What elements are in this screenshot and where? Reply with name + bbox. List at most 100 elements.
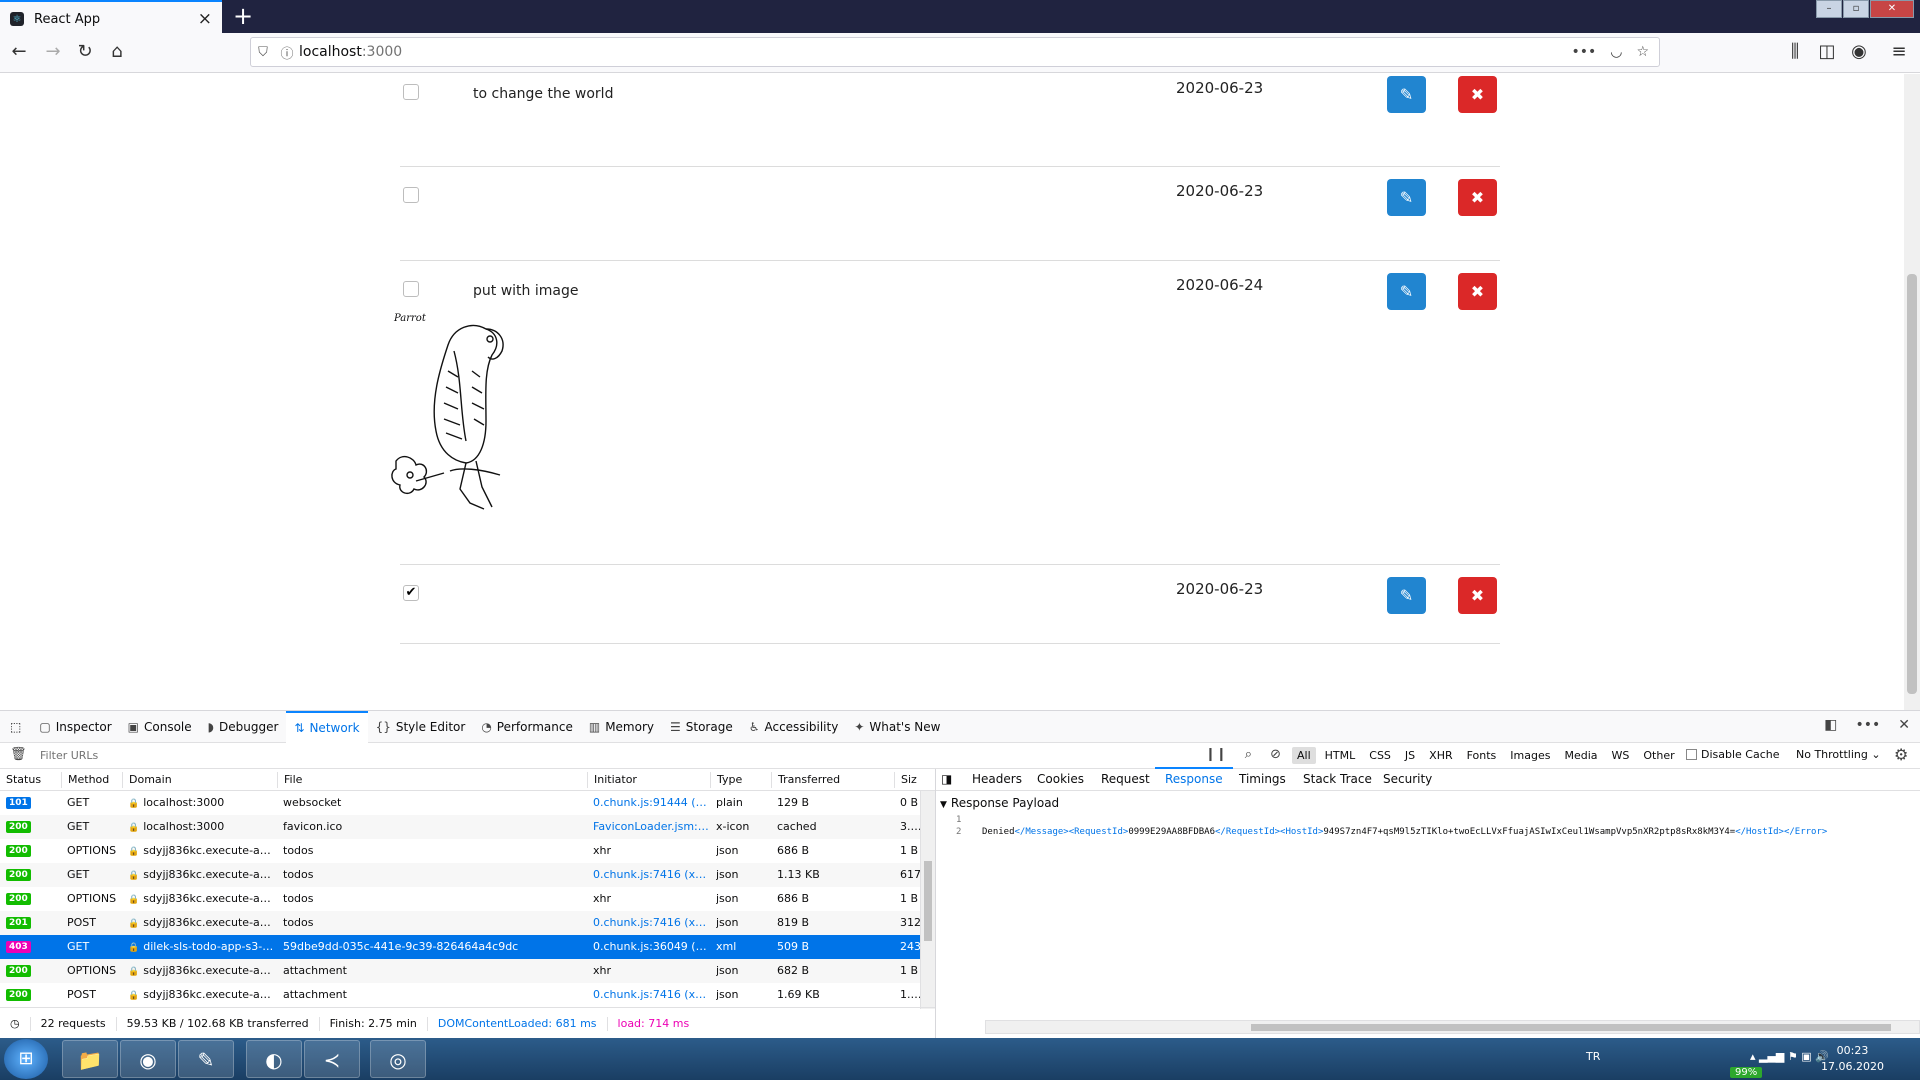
tab-stack-trace[interactable]: Stack Trace — [1303, 772, 1372, 786]
dock-icon[interactable]: ◧ — [1824, 717, 1837, 733]
forward-arrow-icon[interactable]: → — [38, 37, 68, 67]
tray-icons[interactable]: ▴ ▂▄▆ ⚑ ▣ 🔊 — [1750, 1050, 1829, 1063]
close-tab-icon[interactable]: × — [198, 9, 212, 29]
clock[interactable]: 00:23 17.06.2020 — [1821, 1043, 1884, 1075]
minimize-button[interactable]: – — [1816, 0, 1842, 18]
col-status[interactable]: Status — [0, 772, 41, 788]
delete-button[interactable]: ✖ — [1458, 577, 1497, 614]
search-icon[interactable]: ⌕ — [1245, 747, 1252, 762]
throttling-select[interactable]: No Throttling ⌄ — [1796, 748, 1881, 761]
todo-checkbox[interactable]: ✔ — [403, 585, 419, 601]
url-bar[interactable]: ⛉ ⓘ localhost:3000 ••• ◡ ☆ — [250, 37, 1660, 67]
edit-button[interactable]: ✎ — [1387, 273, 1426, 310]
todo-checkbox[interactable] — [403, 187, 419, 203]
table-row[interactable]: 201 POST 🔒 sdyjj836kc.execute-api... todos 0.… — [0, 911, 920, 935]
col-transferred[interactable]: Transferred — [771, 772, 840, 788]
library-icon[interactable]: ⫼ — [1780, 37, 1810, 67]
table-row[interactable]: 200 GET 🔒 localhost:3000 favicon.ico FaviconL… — [0, 815, 920, 839]
delete-button[interactable]: ✖ — [1458, 179, 1497, 216]
scrollbar-thumb[interactable] — [1907, 274, 1917, 694]
col-method[interactable]: Method — [61, 772, 109, 788]
filter-js[interactable]: JS — [1400, 747, 1420, 764]
tab-storage[interactable]: ☰ Storage — [662, 711, 741, 743]
filter-media[interactable]: Media — [1559, 747, 1602, 764]
table-row[interactable]: 101 GET 🔒 localhost:3000 websocket 0.chunk.js… — [0, 791, 920, 815]
col-file[interactable]: File — [277, 772, 302, 788]
todo-checkbox[interactable] — [403, 281, 419, 297]
col-domain[interactable]: Domain — [122, 772, 172, 788]
file-explorer-icon[interactable]: 📁 — [62, 1040, 118, 1078]
tab-security[interactable]: Security — [1383, 772, 1432, 786]
edit-button[interactable]: ✎ — [1387, 76, 1426, 113]
table-row[interactable]: 200 OPTIONS 🔒 sdyjj836kc.execute-api... todo… — [0, 839, 920, 863]
close-devtools-icon[interactable]: ✕ — [1898, 717, 1910, 733]
table-row[interactable]: 403 GET 🔒 dilek-sls-todo-app-s3-b... 59dbe9d… — [0, 935, 920, 959]
col-type[interactable]: Type — [710, 772, 742, 788]
notepad-icon[interactable]: ✎ — [178, 1040, 234, 1078]
disable-cache-checkbox[interactable]: Disable Cache — [1686, 748, 1780, 761]
bookmark-star-icon[interactable]: ☆ — [1636, 44, 1649, 60]
shield-icon[interactable]: ⛉ — [251, 45, 275, 60]
tab-style-editor[interactable]: {} Style Editor — [368, 711, 474, 743]
more-options-icon[interactable]: ••• — [1855, 717, 1880, 733]
filter-xhr[interactable]: XHR — [1424, 747, 1457, 764]
todo-checkbox[interactable] — [403, 84, 419, 100]
home-icon[interactable]: ⌂ — [102, 37, 132, 67]
info-icon[interactable]: ⓘ — [275, 43, 299, 62]
filter-urls-input[interactable]: Filter URLs — [40, 749, 98, 762]
delete-button[interactable]: ✖ — [1458, 76, 1497, 113]
filter-images[interactable]: Images — [1505, 747, 1555, 764]
tab-performance[interactable]: ◔ Performance — [473, 711, 581, 743]
pause-icon[interactable]: ❙❙ — [1205, 747, 1227, 762]
trash-icon[interactable]: 🗑 — [10, 747, 27, 762]
pocket-icon[interactable]: ◡ — [1610, 44, 1622, 60]
col-size[interactable]: Siz — [894, 772, 917, 788]
tab-headers[interactable]: Headers — [972, 772, 1022, 786]
table-row[interactable]: 200 GET 🔒 sdyjj836kc.execute-api... todos 0.c… — [0, 863, 920, 887]
tab-cookies[interactable]: Cookies — [1037, 772, 1084, 786]
filter-all[interactable]: All — [1292, 747, 1316, 764]
filter-fonts[interactable]: Fonts — [1462, 747, 1502, 764]
scrollbar-thumb[interactable] — [1251, 1024, 1891, 1031]
toggle-sidebar-icon[interactable]: ◨ — [941, 772, 952, 786]
language-indicator[interactable]: TR — [1586, 1050, 1600, 1063]
battery-indicator[interactable]: 99% — [1730, 1067, 1763, 1078]
filter-other[interactable]: Other — [1638, 747, 1679, 764]
maximize-button[interactable]: ▫ — [1843, 0, 1869, 18]
tab-inspector[interactable]: ▢ Inspector — [31, 711, 119, 743]
reload-icon[interactable]: ↻ — [70, 37, 100, 67]
response-hscrollbar[interactable] — [985, 1020, 1920, 1034]
tab-memory[interactable]: ▥ Memory — [581, 711, 662, 743]
element-picker-icon[interactable]: ⬚ — [0, 711, 31, 743]
sidebar-icon[interactable]: ◫ — [1812, 37, 1842, 67]
edit-button[interactable]: ✎ — [1387, 179, 1426, 216]
page-actions-icon[interactable]: ••• — [1571, 44, 1596, 60]
edit-button[interactable]: ✎ — [1387, 577, 1426, 614]
filter-css[interactable]: CSS — [1364, 747, 1396, 764]
tab-timings[interactable]: Timings — [1239, 772, 1286, 786]
browser-tab[interactable]: ⚛ React App × — [0, 0, 222, 36]
vscode-icon[interactable]: ≺ — [304, 1040, 360, 1078]
tab-whats-new[interactable]: ✦ What's New — [846, 711, 948, 743]
table-row[interactable]: 200 POST 🔒 sdyjj836kc.execute-api... attachm… — [0, 983, 920, 1007]
app-icon[interactable]: ◎ — [370, 1040, 426, 1078]
firefox-icon[interactable]: ◐ — [246, 1040, 302, 1078]
col-initiator[interactable]: Initiator — [587, 772, 637, 788]
tab-accessibility[interactable]: ♿ Accessibility — [741, 711, 847, 743]
new-tab-button[interactable]: + — [230, 2, 256, 30]
hamburger-menu-icon[interactable]: ≡ — [1884, 37, 1914, 67]
scrollbar-thumb[interactable] — [924, 861, 932, 941]
tab-debugger[interactable]: ◗ Debugger — [200, 711, 287, 743]
back-arrow-icon[interactable]: ← — [4, 37, 34, 67]
filter-ws[interactable]: WS — [1607, 747, 1635, 764]
delete-button[interactable]: ✖ — [1458, 273, 1497, 310]
filter-html[interactable]: HTML — [1320, 747, 1361, 764]
tab-response[interactable]: Response — [1155, 767, 1233, 786]
block-icon[interactable]: ⊘ — [1270, 747, 1281, 762]
tab-request[interactable]: Request — [1101, 772, 1150, 786]
start-button[interactable]: ⊞ — [4, 1039, 48, 1079]
page-scrollbar[interactable] — [1904, 74, 1920, 710]
gear-icon[interactable]: ⚙ — [1894, 745, 1908, 764]
window-close-button[interactable]: ✕ — [1870, 0, 1914, 18]
table-row[interactable]: 200 OPTIONS 🔒 sdyjj836kc.execute-api... todo… — [0, 887, 920, 911]
